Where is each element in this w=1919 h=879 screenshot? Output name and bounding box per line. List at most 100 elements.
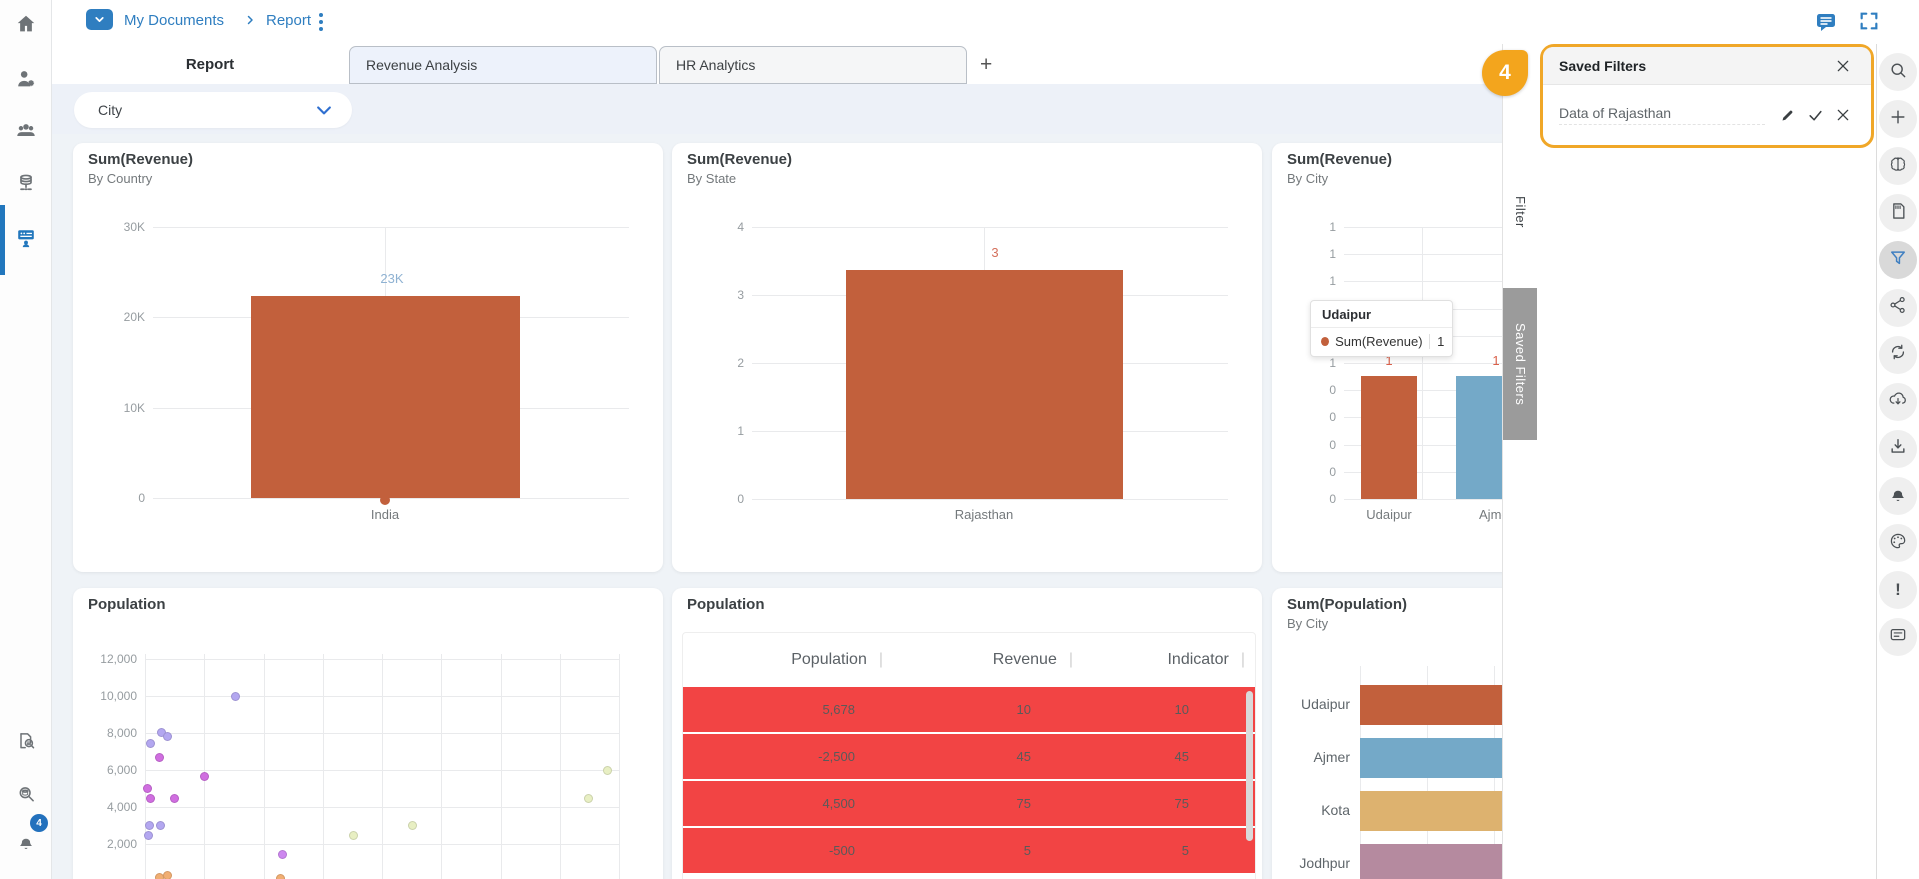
saved-filter-name: Data of Rajasthan [1559,105,1765,125]
table-cell: 45 [869,749,1045,764]
tab-revenue-analysis[interactable]: Revenue Analysis [349,46,657,84]
table-scrollbar[interactable] [1246,691,1253,841]
scatter-point[interactable] [584,794,593,803]
toolbar-memory-card-button[interactable] [1879,194,1917,232]
toolbar-search-button[interactable] [1879,53,1917,91]
chat-icon[interactable] [1814,10,1838,39]
gridline [1344,254,1502,255]
scatter-point[interactable] [408,821,417,830]
panel-column [1537,44,1876,879]
y-cat-ajmer: Ajmer [1272,749,1350,765]
add-icon [1888,107,1908,132]
sidebar-item-dashboard-presentation[interactable] [0,213,52,267]
city-filter-dropdown[interactable]: City [74,92,352,128]
fullscreen-icon[interactable] [1858,10,1880,37]
toolbar-notifications-button[interactable] [1879,477,1917,515]
close-icon[interactable] [1829,58,1857,74]
y-tick: 0 [1272,410,1336,424]
scatter-point[interactable] [603,766,612,775]
tab-hr-analytics[interactable]: HR Analytics [659,46,967,84]
side-tab-saved-filters[interactable]: Saved Filters [1503,288,1538,440]
walkthrough-step-marker: 4 [1482,50,1528,96]
scatter-point[interactable] [146,739,155,748]
scatter-point[interactable] [200,772,209,781]
scatter-point[interactable] [144,831,153,840]
table-row[interactable]: 4,5007575 [683,781,1255,826]
right-side-tabs: Filter Saved Filters [1502,44,1537,879]
sidebar-item-user-settings[interactable] [0,54,52,108]
chart-title: Population [88,596,166,613]
table-row[interactable]: -2,5004545 [683,734,1255,779]
gridline [145,844,619,845]
scatter-point[interactable] [170,794,179,803]
saved-filter-item[interactable]: Data of Rajasthan [1543,85,1871,145]
add-tab-button[interactable]: + [980,48,992,82]
toolbar-download-button[interactable] [1879,430,1917,468]
breadcrumb-my-documents[interactable]: My Documents [124,12,224,29]
scatter-point[interactable] [231,692,240,701]
scatter-point[interactable] [278,850,287,859]
y-tick: 0 [1272,383,1336,397]
column-header-population[interactable]: Population| [683,651,883,669]
toolbar-filter-button[interactable] [1879,241,1917,279]
column-header-indicator[interactable]: Indicator| [1073,651,1245,669]
table-cell: -2,500 [683,749,869,764]
hbar-ajmer[interactable] [1360,738,1502,778]
refresh-icon [1888,342,1908,367]
tab-report[interactable]: Report [72,44,348,84]
dashboard-presentation-icon [15,227,37,254]
table-cell: 75 [1045,796,1203,811]
kebab-menu-icon[interactable] [314,11,328,33]
hbar-udaipur[interactable] [1360,685,1502,725]
scatter-point[interactable] [276,874,285,879]
table-row[interactable]: 5,6781010 [683,687,1255,732]
gridline [501,654,502,879]
toolbar-add-button[interactable] [1879,100,1917,138]
scatter-point[interactable] [155,753,164,762]
table-cell: 4,500 [683,796,869,811]
notification-badge: 4 [30,814,48,832]
delete-icon[interactable] [1829,107,1857,123]
user-settings-icon [15,68,37,95]
x-tick-udaipur: Udaipur [1349,507,1429,522]
bar-udaipur[interactable] [1361,376,1417,499]
edit-icon[interactable] [1773,108,1801,123]
folder-icon[interactable] [86,9,113,30]
table-cell: 10 [1045,702,1203,717]
table-row[interactable]: -50055 [683,828,1255,873]
scatter-point[interactable] [349,831,358,840]
search-icon [1888,60,1908,85]
scatter-point[interactable] [145,821,154,830]
toolbar-theme-palette-button[interactable] [1879,524,1917,562]
gridline [441,654,442,879]
breadcrumb-report[interactable]: Report [266,12,311,29]
hbar-jodhpur[interactable] [1360,844,1502,879]
scatter-point[interactable] [163,871,172,879]
toolbar-refresh-button[interactable] [1879,336,1917,374]
right-toolbar: ! [1876,44,1919,879]
scatter-point[interactable] [163,732,172,741]
column-header-revenue[interactable]: Revenue| [883,651,1073,669]
toolbar-share-button[interactable] [1879,289,1917,327]
side-tab-filter[interactable]: Filter [1503,139,1538,284]
scatter-point[interactable] [146,794,155,803]
bar-ajmer[interactable] [1456,376,1502,499]
sidebar-item-home[interactable] [0,0,52,53]
toolbar-cloud-download-button[interactable] [1879,383,1917,421]
bar-rajasthan[interactable] [846,270,1123,499]
sidebar-item-database[interactable] [0,158,52,212]
hbar-kota[interactable] [1360,791,1502,831]
scatter-point[interactable] [156,821,165,830]
apply-check-icon[interactable] [1801,107,1829,124]
toolbar-alerts-button[interactable]: ! [1879,571,1917,609]
report-search-icon [16,731,36,756]
toolbar-comments-button[interactable] [1879,618,1917,656]
toolbar-ai-insights-button[interactable] [1879,147,1917,185]
table-cell: 5 [1045,843,1203,858]
scatter-point[interactable] [143,784,152,793]
bar-india[interactable] [251,296,520,498]
sidebar-item-report-search[interactable] [0,716,52,770]
y-tick: 4 [672,220,744,234]
share-icon [1888,295,1908,320]
sidebar-item-user-group[interactable] [0,106,52,160]
